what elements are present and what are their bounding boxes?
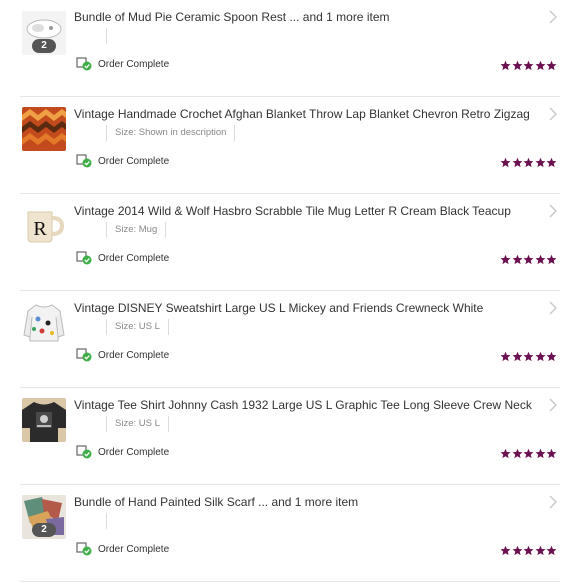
chevron-right-icon[interactable]: [548, 398, 558, 412]
rating-stars: [500, 545, 558, 556]
package-check-icon: [76, 251, 92, 265]
order-status: Order Complete: [76, 251, 169, 265]
package-check-icon: [76, 154, 92, 168]
product-thumbnail[interactable]: 2: [22, 11, 66, 55]
variant-label: Size: Mug: [106, 222, 167, 238]
chevron-right-icon[interactable]: [548, 107, 558, 121]
order-row[interactable]: 2 Bundle of Hand Painted Silk Scarf ... …: [20, 485, 560, 582]
status-text: Order Complete: [98, 446, 170, 458]
chevron-right-icon[interactable]: [548, 204, 558, 218]
star-icon: [512, 351, 522, 362]
star-icon: [500, 351, 511, 362]
package-check-icon: [76, 445, 92, 459]
status-text: Order Complete: [98, 155, 170, 167]
mug-letter: R: [33, 218, 47, 240]
status-text: Order Complete: [98, 349, 170, 361]
variant-label: [106, 513, 107, 529]
rating-stars: [500, 351, 558, 362]
star-icon: [512, 157, 522, 168]
package-check-icon: [76, 348, 92, 362]
star-icon: [546, 351, 557, 362]
star-icon: [546, 157, 557, 168]
item-count-badge: 2: [32, 523, 56, 537]
variant-label: Size: US L: [106, 416, 169, 432]
product-thumbnail[interactable]: 2: [22, 495, 66, 539]
order-status: Order Complete: [76, 445, 169, 459]
product-thumbnail[interactable]: [22, 398, 66, 442]
star-icon: [546, 254, 557, 265]
order-title[interactable]: Bundle of Hand Painted Silk Scarf ... an…: [74, 495, 534, 509]
package-check-icon: [76, 57, 92, 71]
order-status: Order Complete: [76, 542, 169, 556]
rating-stars: [500, 254, 558, 265]
order-title[interactable]: Vintage Handmade Crochet Afghan Blanket …: [74, 107, 534, 121]
star-icon: [523, 254, 534, 265]
order-status: Order Complete: [76, 348, 169, 362]
star-icon: [523, 351, 534, 362]
variant-label: Size: Shown in description: [106, 125, 236, 141]
order-row[interactable]: Vintage Handmade Crochet Afghan Blanket …: [20, 97, 560, 194]
rating-stars: [500, 60, 558, 71]
star-icon: [535, 254, 545, 265]
rating-stars: [500, 157, 558, 168]
star-icon: [523, 448, 534, 459]
star-icon: [546, 545, 557, 556]
star-icon: [500, 545, 511, 556]
order-row[interactable]: 2 Bundle of Mud Pie Ceramic Spoon Rest .…: [20, 0, 560, 97]
star-icon: [500, 448, 511, 459]
star-icon: [512, 60, 522, 71]
order-row[interactable]: Vintage DISNEY Sweatshirt Large US L Mic…: [20, 291, 560, 388]
product-thumbnail[interactable]: [22, 107, 66, 151]
star-icon: [535, 351, 545, 362]
star-icon: [535, 60, 545, 71]
chevron-right-icon[interactable]: [548, 301, 558, 315]
package-check-icon: [76, 542, 92, 556]
star-icon: [535, 545, 545, 556]
star-icon: [500, 60, 511, 71]
product-thumbnail[interactable]: R: [22, 204, 66, 248]
chevron-right-icon[interactable]: [548, 10, 558, 24]
order-status: Order Complete: [76, 154, 169, 168]
star-icon: [500, 157, 511, 168]
status-text: Order Complete: [98, 543, 170, 555]
star-icon: [546, 60, 557, 71]
star-icon: [546, 448, 557, 459]
star-icon: [523, 157, 534, 168]
variant-label: Size: US L: [106, 319, 169, 335]
star-icon: [512, 545, 522, 556]
status-text: Order Complete: [98, 252, 170, 264]
variant-label: [106, 28, 107, 44]
status-text: Order Complete: [98, 58, 170, 70]
star-icon: [512, 448, 522, 459]
rating-stars: [500, 448, 558, 459]
order-title[interactable]: Vintage Tee Shirt Johnny Cash 1932 Large…: [74, 398, 534, 412]
order-row[interactable]: Vintage Tee Shirt Johnny Cash 1932 Large…: [20, 388, 560, 485]
star-icon: [535, 448, 545, 459]
chevron-right-icon[interactable]: [548, 495, 558, 509]
order-title[interactable]: Bundle of Mud Pie Ceramic Spoon Rest ...…: [74, 10, 534, 24]
item-count-badge: 2: [32, 39, 56, 53]
star-icon: [500, 254, 511, 265]
order-title[interactable]: Vintage 2014 Wild & Wolf Hasbro Scrabble…: [74, 204, 534, 218]
star-icon: [535, 157, 545, 168]
order-status: Order Complete: [76, 57, 169, 71]
product-thumbnail[interactable]: [22, 301, 66, 345]
order-title[interactable]: Vintage DISNEY Sweatshirt Large US L Mic…: [74, 301, 534, 315]
order-row[interactable]: R Vintage 2014 Wild & Wolf Hasbro Scrabb…: [20, 194, 560, 291]
star-icon: [523, 60, 534, 71]
star-icon: [512, 254, 522, 265]
star-icon: [523, 545, 534, 556]
